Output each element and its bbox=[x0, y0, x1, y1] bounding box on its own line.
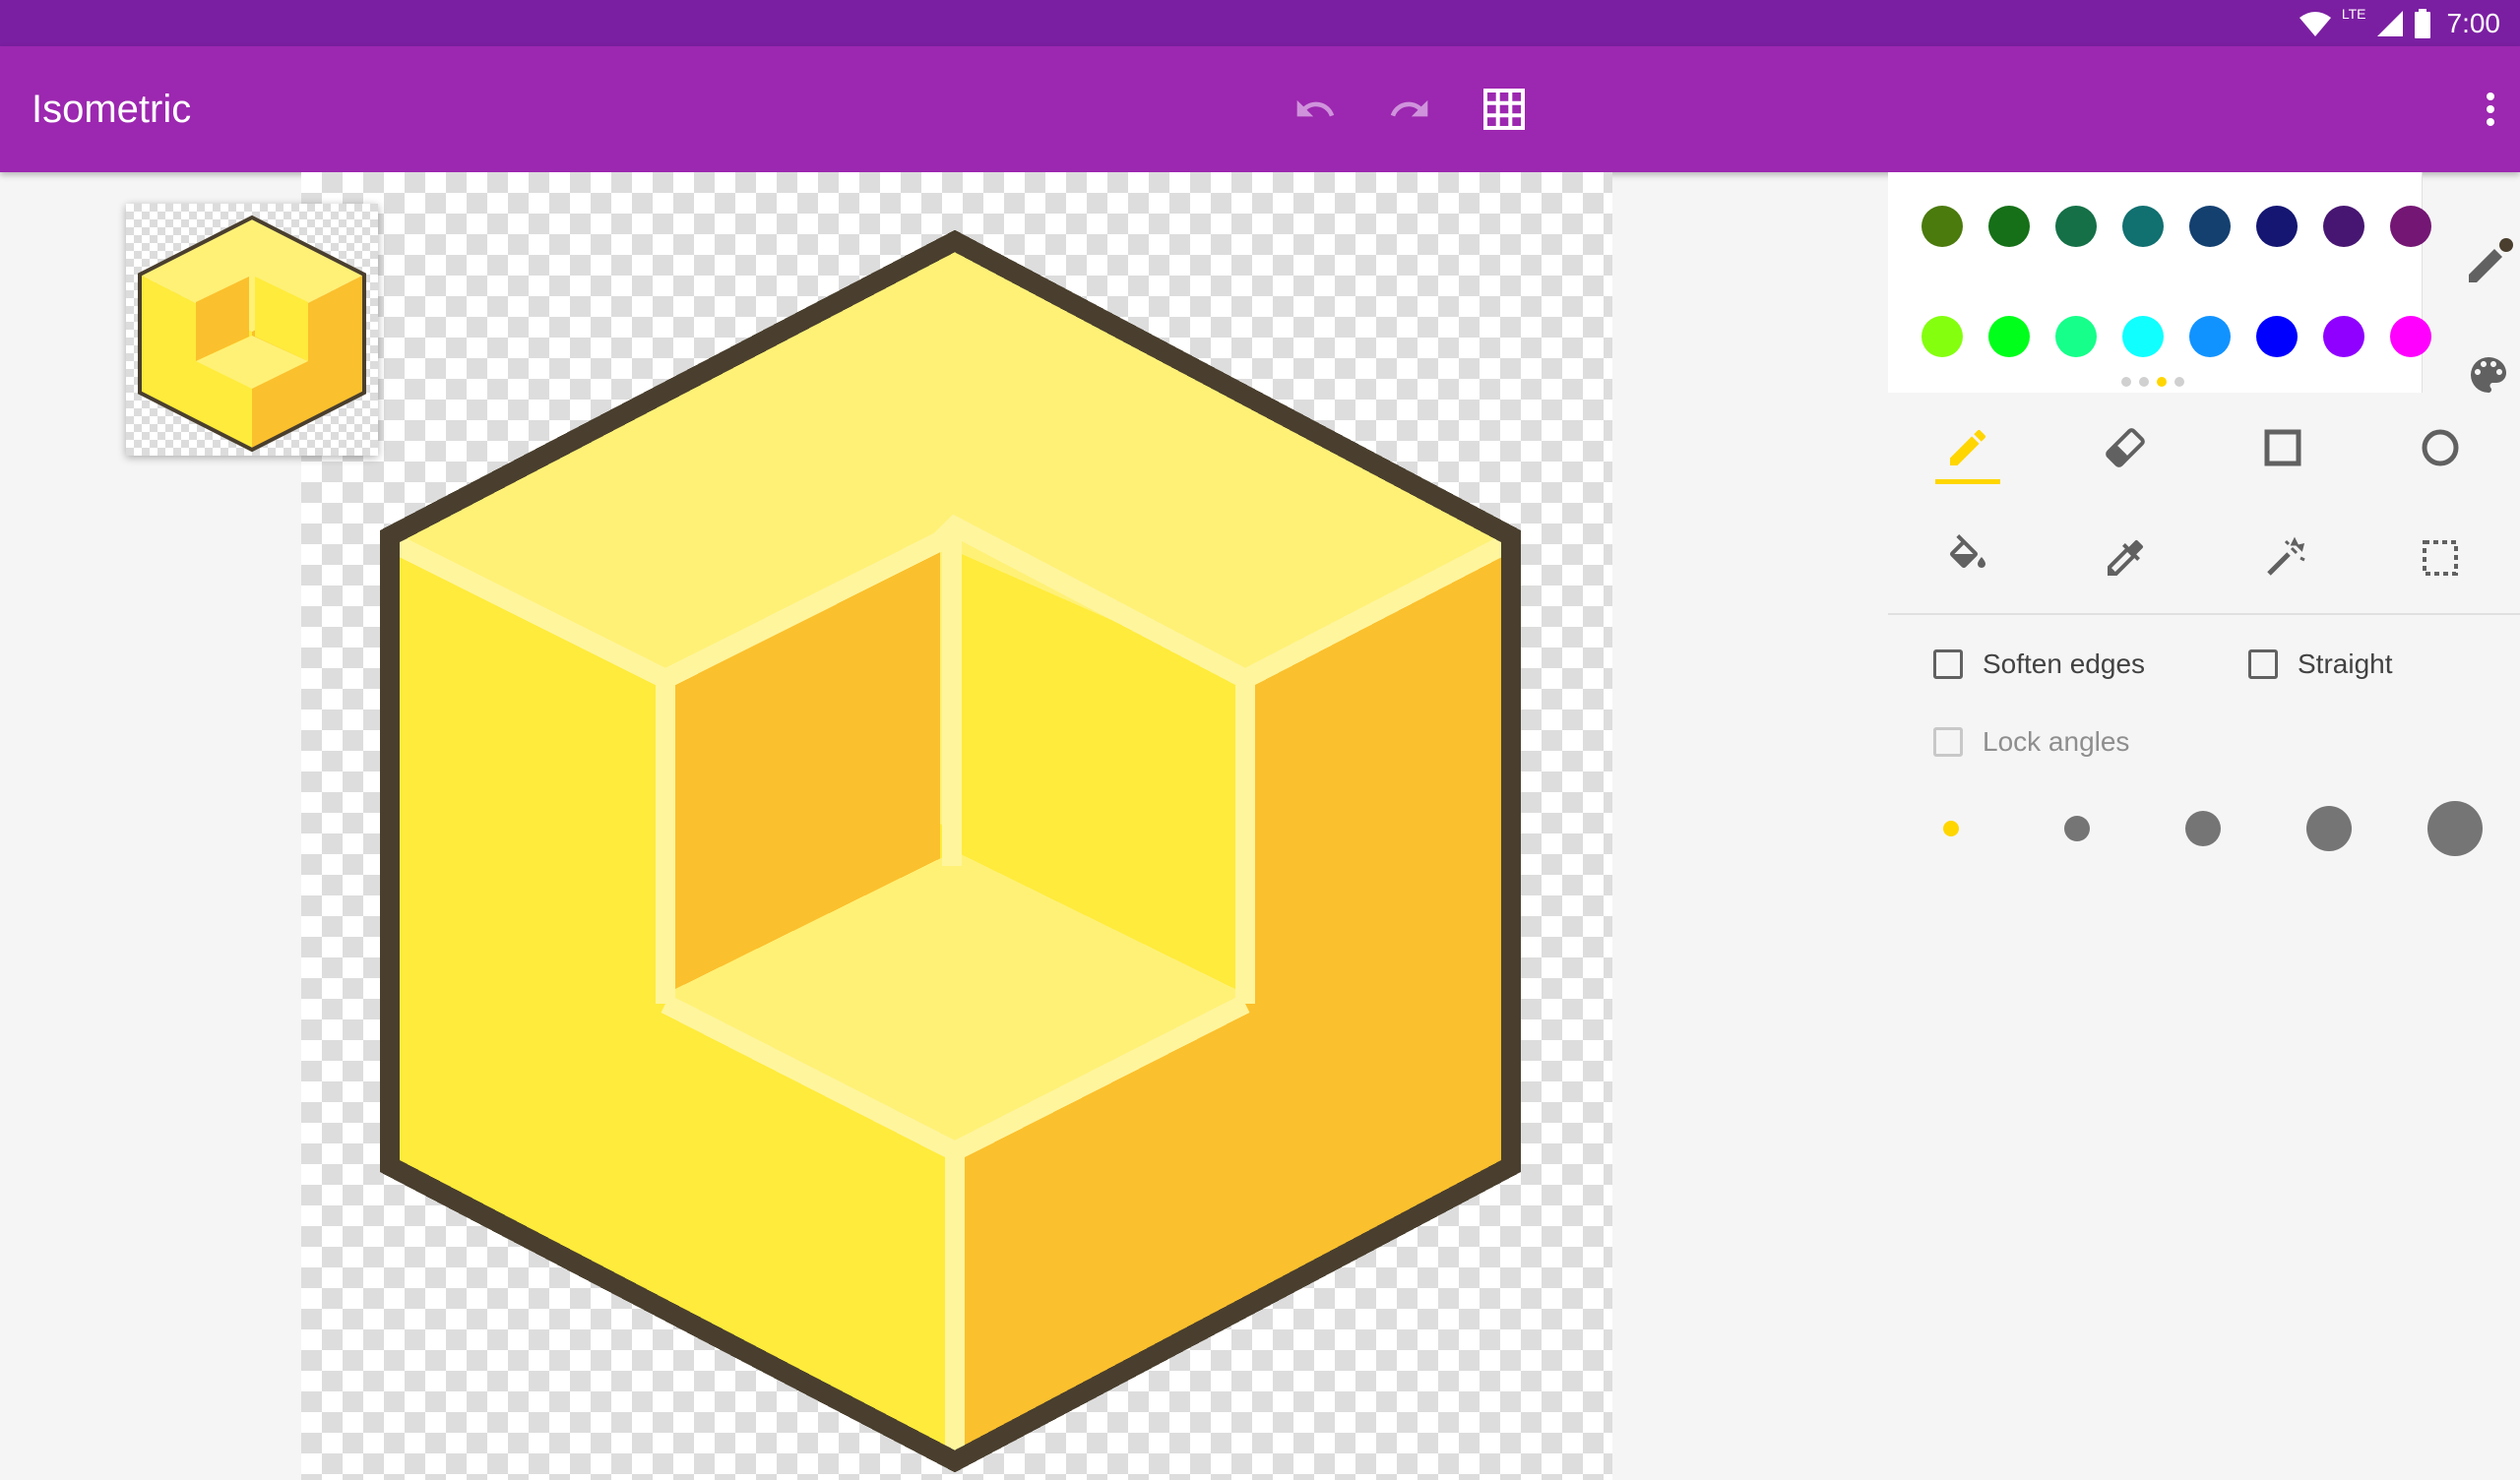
palette-divider bbox=[2422, 172, 2423, 393]
brush-size-option[interactable] bbox=[2427, 801, 2483, 856]
status-icons: LTE 7:00 bbox=[2299, 6, 2500, 41]
preview-cube bbox=[138, 215, 366, 453]
tools-divider bbox=[1888, 613, 2520, 615]
color-swatch[interactable] bbox=[1988, 206, 2030, 247]
network-type-label: LTE bbox=[2341, 6, 2366, 22]
selection-icon bbox=[2423, 540, 2458, 576]
brush-size-option[interactable] bbox=[2064, 816, 2090, 841]
drawing-canvas[interactable] bbox=[301, 172, 1612, 1480]
page-dot bbox=[2139, 377, 2149, 387]
circle-tool[interactable] bbox=[2391, 403, 2489, 492]
fill-bucket-icon bbox=[1949, 534, 1985, 568]
isometric-cube-artwork bbox=[380, 229, 1521, 1473]
color-swatch[interactable] bbox=[1922, 316, 1963, 357]
color-picker-button[interactable] bbox=[2449, 223, 2520, 302]
grid-toggle-button[interactable] bbox=[1475, 80, 1534, 139]
status-bar: LTE 7:00 bbox=[0, 0, 2520, 46]
color-swatch[interactable] bbox=[2256, 206, 2298, 247]
soften-edges-option[interactable]: Soften edges bbox=[1933, 635, 2145, 694]
tool-panel: Soften edges Straight Lock angles bbox=[1888, 172, 2520, 1480]
color-swatch[interactable] bbox=[2189, 206, 2231, 247]
more-vert-icon bbox=[2487, 92, 2494, 126]
preview-thumbnail[interactable] bbox=[126, 204, 378, 456]
page-dot bbox=[2121, 377, 2131, 387]
redo-button[interactable] bbox=[1380, 80, 1439, 139]
color-swatch[interactable] bbox=[2256, 316, 2298, 357]
eraser-icon bbox=[2106, 428, 2145, 467]
color-swatch[interactable] bbox=[2390, 316, 2431, 357]
color-picker-pen-icon bbox=[2469, 238, 2513, 282]
page-title: Isometric bbox=[32, 88, 192, 131]
magic-wand-icon bbox=[2267, 536, 2305, 576]
color-swatch[interactable] bbox=[2055, 316, 2097, 357]
signal-icon bbox=[2376, 11, 2403, 36]
brush-size-option[interactable] bbox=[1943, 821, 1959, 836]
fill-tool[interactable] bbox=[1919, 514, 2017, 602]
undo-button[interactable] bbox=[1286, 80, 1345, 139]
color-swatch[interactable] bbox=[1988, 316, 2030, 357]
soften-edges-checkbox[interactable] bbox=[1933, 649, 1963, 679]
lock-angles-option: Lock angles bbox=[1933, 712, 2129, 771]
color-swatch[interactable] bbox=[2323, 316, 2364, 357]
page-dot bbox=[2174, 377, 2184, 387]
more-options-button[interactable] bbox=[2461, 80, 2520, 139]
circle-icon bbox=[2422, 429, 2459, 466]
soften-edges-label: Soften edges bbox=[1983, 648, 2146, 679]
straight-checkbox[interactable] bbox=[2248, 649, 2278, 679]
color-swatch[interactable] bbox=[2055, 206, 2097, 247]
page-dot bbox=[2157, 377, 2167, 387]
app-bar: Isometric bbox=[0, 46, 2520, 172]
eyedropper-tool[interactable] bbox=[2076, 514, 2174, 602]
palette-editor-button[interactable] bbox=[2449, 336, 2520, 414]
rectangle-tool[interactable] bbox=[2234, 403, 2332, 492]
straight-label: Straight bbox=[2298, 648, 2393, 679]
color-swatch[interactable] bbox=[2189, 316, 2231, 357]
pencil-icon bbox=[1950, 429, 1986, 465]
lock-angles-label: Lock angles bbox=[1983, 726, 2130, 757]
palette-icon bbox=[2471, 357, 2506, 393]
color-swatch[interactable] bbox=[2122, 206, 2164, 247]
brush-size-option[interactable] bbox=[2185, 811, 2221, 846]
eyedropper-icon bbox=[2108, 539, 2144, 576]
selection-tool[interactable] bbox=[2391, 514, 2489, 602]
color-swatch[interactable] bbox=[2323, 206, 2364, 247]
magic-wand-tool[interactable] bbox=[2234, 514, 2332, 602]
lock-angles-checkbox bbox=[1933, 727, 1963, 757]
color-swatch[interactable] bbox=[1922, 206, 1963, 247]
straight-option[interactable]: Straight bbox=[2248, 635, 2393, 694]
redo-icon bbox=[1390, 99, 1428, 117]
battery-icon bbox=[2414, 9, 2430, 38]
grid-icon bbox=[1483, 89, 1525, 130]
clock: 7:00 bbox=[2446, 8, 2501, 38]
rectangle-icon bbox=[2264, 429, 2301, 466]
selected-tool-indicator bbox=[1935, 479, 2000, 484]
wifi-icon bbox=[2299, 12, 2331, 36]
color-swatch[interactable] bbox=[2390, 206, 2431, 247]
eraser-tool[interactable] bbox=[2076, 403, 2174, 492]
color-swatch[interactable] bbox=[2122, 316, 2164, 357]
brush-size-option[interactable] bbox=[2306, 806, 2352, 851]
undo-icon bbox=[1296, 99, 1335, 117]
